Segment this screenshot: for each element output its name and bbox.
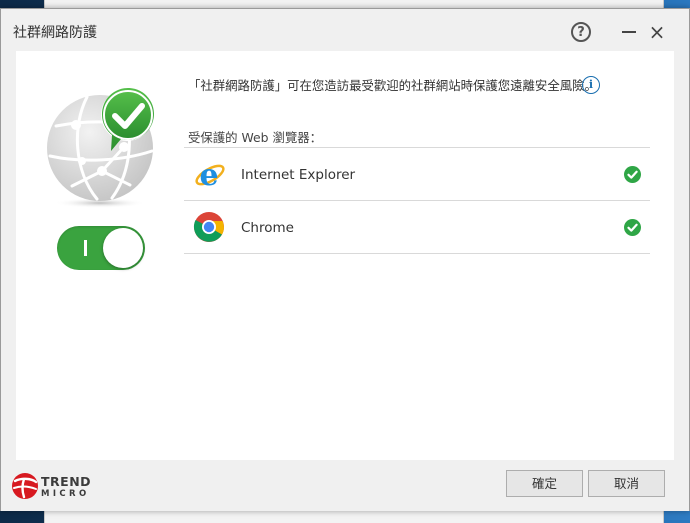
- close-button[interactable]: ×: [645, 20, 669, 44]
- dialog-footer: TREND MICRO 確定 取消: [1, 461, 689, 511]
- brand-name-line1: TREND: [41, 474, 92, 489]
- browser-name: Internet Explorer: [241, 167, 356, 183]
- chrome-icon: [193, 211, 225, 243]
- browser-row-chrome: Chrome: [184, 201, 650, 254]
- social-network-protection-dialog: 社群網路防護 ? × 「社群網路防護」可在您造訪最受歡迎的社群網站時保護您遠離安…: [0, 8, 690, 511]
- title-bar: 社群網路防護 ? ×: [1, 9, 689, 53]
- browser-row-internet-explorer: e Internet Explorer: [184, 148, 650, 201]
- toggle-knob[interactable]: [103, 228, 143, 268]
- protected-browsers-list: e Internet Explorer Chrome: [184, 147, 650, 254]
- trend-micro-logo: TREND MICRO: [11, 470, 121, 500]
- help-icon[interactable]: ?: [571, 22, 591, 42]
- feature-description: 「社群網路防護」可在您造訪最受歡迎的社群網站時保護您遠離安全風險。: [188, 78, 597, 93]
- protected-browsers-heading: 受保護的 Web 瀏覽器：: [188, 130, 323, 145]
- minimize-button[interactable]: [617, 20, 641, 44]
- trend-micro-ball-icon: [12, 473, 38, 499]
- ok-button[interactable]: 確定: [506, 470, 583, 497]
- toggle-on-indicator: [84, 240, 87, 256]
- protected-check-icon: [624, 166, 641, 183]
- window-title: 社群網路防護: [13, 25, 97, 41]
- brand-name-line2: MICRO: [41, 489, 90, 499]
- internet-explorer-icon: e: [193, 158, 225, 193]
- browser-name: Chrome: [241, 220, 294, 236]
- cancel-button[interactable]: 取消: [588, 470, 665, 497]
- protected-globe-icon: [42, 81, 162, 211]
- protected-check-icon: [624, 219, 641, 236]
- info-icon[interactable]: i: [582, 76, 600, 94]
- main-panel: 「社群網路防護」可在您造訪最受歡迎的社群網站時保護您遠離安全風險。 i 受保護的…: [16, 51, 674, 460]
- svg-text:e: e: [199, 158, 218, 190]
- protection-toggle-switch[interactable]: [57, 226, 145, 270]
